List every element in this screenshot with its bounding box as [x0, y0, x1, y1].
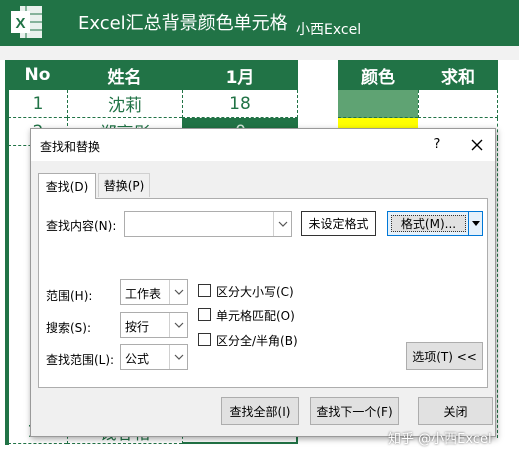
svg-text:X: X — [15, 15, 25, 32]
cell-no[interactable]: 1 — [8, 90, 67, 118]
excel-logo-icon: X — [10, 4, 44, 40]
search-value: 按行 — [125, 320, 150, 334]
close-window-button[interactable] — [465, 133, 489, 157]
tab-replace[interactable]: 替换(P) — [98, 173, 150, 197]
close-button[interactable]: 关闭 — [418, 397, 493, 425]
search-label: 搜索(S): — [46, 321, 92, 335]
find-what-combobox[interactable] — [124, 211, 292, 237]
header-no: No — [8, 60, 67, 90]
find-all-button[interactable]: 查找全部(I) — [221, 397, 299, 425]
match-byte-label[interactable]: 区分全/半角(B) — [216, 332, 298, 349]
match-case-checkbox[interactable] — [198, 284, 211, 297]
match-case-label[interactable]: 区分大小写(C) — [216, 283, 294, 300]
header-sum: 求和 — [418, 60, 498, 90]
search-select[interactable]: 按行 — [120, 312, 188, 338]
cell-name[interactable]: 沈莉 — [67, 90, 182, 118]
find-next-button[interactable]: 查找下一个(F) — [310, 397, 399, 425]
look-in-label: 查找范围(L): — [46, 353, 115, 367]
within-select[interactable]: 工作表 — [120, 279, 188, 305]
header-month: 1月 — [182, 60, 298, 90]
sum-cell[interactable] — [418, 90, 498, 118]
find-replace-dialog: 查找和替换 ? 查找(D) 替换(P) 查找内容(N): 未设定格式 格式(M)… — [30, 128, 496, 437]
close-icon — [471, 139, 483, 151]
chevron-down-icon[interactable] — [169, 280, 187, 304]
dialog-title: 查找和替换 — [40, 140, 101, 154]
header-color: 颜色 — [338, 60, 418, 90]
find-what-label: 查找内容(N): — [46, 219, 117, 233]
tab-find[interactable]: 查找(D) — [38, 173, 96, 199]
options-button[interactable]: 选项(T) << — [406, 342, 483, 370]
format-split-button[interactable]: 格式(M)... — [387, 211, 483, 236]
chevron-down-icon[interactable] — [169, 345, 187, 369]
chevron-down-icon[interactable] — [273, 212, 291, 236]
within-value: 工作表 — [125, 287, 162, 301]
look-in-value: 公式 — [125, 352, 150, 366]
look-in-select[interactable]: 公式 — [120, 344, 188, 370]
match-byte-checkbox[interactable] — [198, 333, 211, 346]
banner-subtitle: 小西Excel — [296, 22, 362, 38]
cell-value[interactable]: 18 — [182, 90, 298, 118]
help-button[interactable]: ? — [427, 135, 447, 155]
format-preview: 未设定格式 — [301, 211, 376, 236]
chevron-down-icon[interactable] — [169, 313, 187, 337]
dialog-titlebar[interactable] — [31, 129, 495, 161]
banner-title: Excel汇总背景颜色单元格 — [78, 13, 288, 34]
color-swatch-green[interactable] — [338, 90, 418, 118]
within-label: 范围(H): — [46, 289, 93, 303]
match-entire-cell-checkbox[interactable] — [198, 308, 211, 321]
format-button[interactable]: 格式(M)... — [391, 215, 466, 232]
grid-line — [497, 138, 498, 438]
match-entire-cell-label[interactable]: 单元格匹配(O) — [216, 307, 295, 324]
banner-band — [0, 46, 519, 60]
watermark-text: 知乎 @小西Excel — [388, 432, 492, 447]
format-dropdown-arrow-icon[interactable] — [468, 212, 482, 235]
header-name: 姓名 — [67, 60, 182, 90]
